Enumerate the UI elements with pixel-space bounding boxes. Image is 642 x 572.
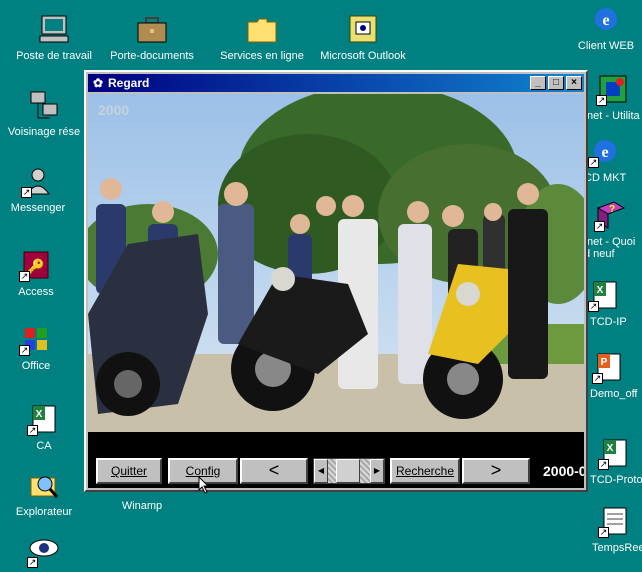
access-icon: 🔑 ↗ bbox=[19, 250, 53, 282]
scroll-track[interactable] bbox=[328, 459, 370, 483]
office-icon: ↗ bbox=[19, 324, 53, 356]
outlook-icon bbox=[346, 14, 380, 46]
photo-overlay-text: 2000 bbox=[98, 102, 130, 118]
desktop-icon-porte-documents[interactable]: Porte-documents bbox=[104, 14, 200, 62]
internet-explorer-icon: e ↗ bbox=[588, 136, 622, 168]
desktop-icon-tnet-quoi-de-neuf[interactable]: ? ↗ tnet - Quoi d neuf bbox=[584, 200, 642, 260]
scroll-right-button[interactable]: ▶ bbox=[370, 459, 384, 483]
document-icon: ↗ bbox=[598, 506, 632, 538]
shortcut-arrow-icon: ↗ bbox=[592, 373, 603, 384]
svg-text:?: ? bbox=[609, 204, 615, 215]
desktop-icon-label: Voisinage rése bbox=[7, 126, 81, 138]
close-button[interactable]: × bbox=[566, 76, 582, 90]
svg-text:X: X bbox=[36, 409, 43, 420]
desktop-icon-label: Porte-documents bbox=[110, 50, 194, 62]
shortcut-arrow-icon: ↗ bbox=[598, 527, 609, 538]
excel-icon: X ↗ bbox=[588, 280, 622, 312]
desktop-icon-label: Client WEB bbox=[577, 40, 635, 52]
utility-icon: ↗ bbox=[596, 74, 630, 106]
desktop-icon-label: Demo_off bbox=[590, 388, 638, 400]
desktop-icon-label: Winamp bbox=[121, 500, 163, 512]
image-scrollbar[interactable]: ◀ ▶ bbox=[313, 458, 385, 484]
desktop-icon-tnet-utilita[interactable]: ↗ tnet - Utilita bbox=[584, 74, 642, 122]
desktop-icon-label: Microsoft Outlook bbox=[320, 50, 406, 62]
app-icon[interactable]: ✿ bbox=[91, 76, 105, 90]
desktop-icon-office[interactable]: ↗ Office bbox=[0, 324, 84, 372]
messenger-icon: ↗ bbox=[21, 166, 55, 198]
briefcase-icon bbox=[135, 14, 169, 46]
previous-button[interactable]: < bbox=[240, 458, 308, 484]
shortcut-arrow-icon: ↗ bbox=[21, 187, 32, 198]
desktop-icon-label: Office bbox=[21, 360, 51, 372]
desktop-icon-label: Poste de travail bbox=[16, 50, 92, 62]
desktop-icon-label: CA bbox=[36, 440, 52, 452]
svg-text:e: e bbox=[601, 144, 608, 161]
next-button[interactable]: > bbox=[462, 458, 530, 484]
desktop-icon-tcd-ip[interactable]: X ↗ TCD-IP bbox=[584, 280, 642, 328]
shortcut-arrow-icon: ↗ bbox=[19, 271, 30, 282]
date-text: 2000-0 bbox=[543, 463, 584, 479]
help-book-icon: ? ↗ bbox=[594, 200, 628, 232]
desktop-icon-label: Services en ligne bbox=[220, 50, 304, 62]
powerpoint-icon: P ↗ bbox=[592, 352, 626, 384]
svg-text:X: X bbox=[597, 285, 604, 296]
desktop-icon-label: tnet - Utilita bbox=[584, 110, 640, 122]
photo-view: 2000 bbox=[88, 94, 584, 432]
shortcut-arrow-icon: ↗ bbox=[598, 459, 609, 470]
desktop-icon-ca[interactable]: X ↗ CA bbox=[0, 404, 92, 452]
title-bar[interactable]: ✿ Regard _ □ × bbox=[88, 74, 584, 92]
search-button[interactable]: Recherche bbox=[390, 458, 460, 484]
folder-icon bbox=[245, 14, 279, 46]
shortcut-arrow-icon: ↗ bbox=[596, 95, 607, 106]
computer-icon bbox=[37, 14, 71, 46]
shortcut-arrow-icon: ↗ bbox=[594, 221, 605, 232]
desktop-icon-demo-off[interactable]: P ↗ Demo_off bbox=[584, 352, 642, 400]
desktop-icon-label: TCD-IP bbox=[590, 316, 627, 328]
desktop-icon-label: tnet - Quoi d neuf bbox=[584, 236, 636, 260]
desktop-icon-label: Access bbox=[18, 286, 54, 298]
window-title: Regard bbox=[108, 76, 150, 90]
maximize-button[interactable]: □ bbox=[548, 76, 564, 90]
scroll-left-button[interactable]: ◀ bbox=[314, 459, 328, 483]
desktop-icon-explorateur[interactable]: Explorateur bbox=[0, 470, 92, 518]
svg-text:P: P bbox=[601, 357, 608, 368]
desktop-icon-label: Explorateur bbox=[15, 506, 73, 518]
desktop-icon-services-en-ligne[interactable]: Services en ligne bbox=[214, 14, 310, 62]
group-photo bbox=[88, 94, 584, 432]
explorer-icon bbox=[27, 470, 61, 502]
svg-text:X: X bbox=[607, 443, 614, 454]
desktop-icon-tempsree[interactable]: ↗ TempsRee bbox=[584, 506, 642, 554]
desktop-icon-messenger[interactable]: ↗ Messenger bbox=[0, 166, 86, 214]
shortcut-arrow-icon: ↗ bbox=[27, 425, 38, 436]
desktop-icon-poste-de-travail[interactable]: Poste de travail bbox=[6, 14, 102, 62]
shortcut-arrow-icon: ↗ bbox=[588, 157, 599, 168]
desktop-icon-client-web[interactable]: e Client WEB bbox=[558, 4, 642, 52]
internet-explorer-icon: e bbox=[589, 4, 623, 36]
desktop-icon-access[interactable]: 🔑 ↗ Access bbox=[0, 250, 84, 298]
desktop-icon-label: CD MKT bbox=[584, 172, 627, 184]
network-icon bbox=[27, 90, 61, 122]
desktop-icon-voisinage-reseau[interactable]: Voisinage rése bbox=[4, 90, 84, 138]
quit-button[interactable]: Quitter bbox=[96, 458, 162, 484]
shortcut-arrow-icon: ↗ bbox=[19, 345, 30, 356]
desktop-icon-label: TCD-Proto bbox=[590, 474, 642, 486]
shortcut-arrow-icon: ↗ bbox=[588, 301, 599, 312]
desktop-icon-label: TempsRee bbox=[592, 542, 642, 554]
eye-icon: ↗ bbox=[27, 536, 61, 568]
shortcut-arrow-icon: ↗ bbox=[27, 557, 38, 568]
desktop-icon-label: Messenger bbox=[10, 202, 66, 214]
desktop-icon-microsoft-outlook[interactable]: Microsoft Outlook bbox=[315, 14, 411, 62]
desktop-icon-eye[interactable]: ↗ bbox=[0, 536, 92, 572]
desktop-icon-winamp[interactable]: Winamp bbox=[94, 500, 190, 512]
minimize-button[interactable]: _ bbox=[530, 76, 546, 90]
mouse-pointer-icon bbox=[198, 476, 210, 494]
desktop-icon-tcd-proto[interactable]: X ↗ TCD-Proto bbox=[584, 438, 642, 486]
control-bar: Quitter Config < ◀ ▶ Recherche > 2000-0 bbox=[88, 432, 584, 488]
excel-icon: X ↗ bbox=[598, 438, 632, 470]
desktop-icon-cd-mkt[interactable]: e ↗ CD MKT bbox=[584, 136, 642, 184]
excel-icon: X ↗ bbox=[27, 404, 61, 436]
scroll-thumb[interactable] bbox=[336, 459, 360, 483]
regard-window: ✿ Regard _ □ × 2000 Quitter Config < ◀ ▶… bbox=[84, 70, 588, 492]
svg-text:e: e bbox=[602, 12, 609, 29]
